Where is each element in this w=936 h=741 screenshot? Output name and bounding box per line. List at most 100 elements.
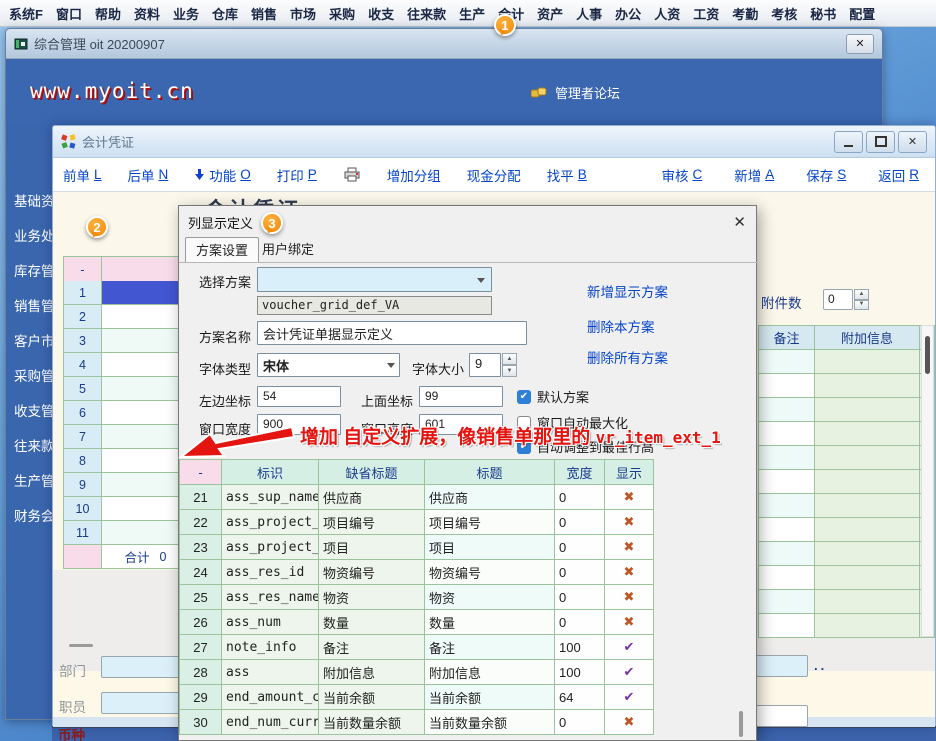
width-cell[interactable]: 0 — [555, 710, 605, 735]
grid-cell[interactable] — [815, 470, 920, 494]
menu-item-13[interactable]: 资产 — [537, 4, 563, 23]
row-number[interactable]: 24 — [180, 560, 222, 585]
width-cell[interactable]: 0 — [555, 510, 605, 535]
menu-item-11[interactable]: 生产 — [459, 4, 485, 23]
title-cell[interactable]: 项目编号 — [425, 510, 555, 535]
toolbar-left-2[interactable]: 功能O — [194, 165, 251, 185]
title-cell[interactable]: 附加信息 — [425, 660, 555, 685]
menu-item-4[interactable]: 业务 — [173, 4, 199, 23]
menu-item-8[interactable]: 采购 — [329, 4, 355, 23]
title-cell[interactable]: 供应商 — [425, 485, 555, 510]
title-cell[interactable]: 备注 — [425, 635, 555, 660]
voucher-line-grid[interactable]: -1234567891011合计0 — [63, 256, 180, 569]
grid-cell[interactable] — [102, 305, 180, 329]
grid-cell[interactable] — [759, 542, 815, 566]
plan-name-field[interactable]: 会计凭证单据显示定义 — [257, 321, 527, 345]
row-number[interactable]: 30 — [180, 710, 222, 735]
sidebar-item-0[interactable]: 基础资 — [6, 184, 58, 219]
grid-cell[interactable] — [102, 497, 180, 521]
visible-cell[interactable]: ✖ — [605, 710, 654, 735]
grid-cell[interactable] — [102, 281, 180, 305]
sidebar-item-1[interactable]: 业务处 — [6, 219, 58, 254]
voucher-titlebar[interactable]: 会计凭证 ✕ — [53, 126, 935, 158]
row-number[interactable]: 26 — [180, 610, 222, 635]
default-plan-checkbox[interactable]: ✔默认方案 — [517, 387, 589, 406]
grid-cell[interactable] — [759, 494, 815, 518]
grid-cell[interactable] — [815, 566, 920, 590]
note-extra-grid[interactable]: 备注附加信息 — [758, 325, 935, 638]
visible-cell[interactable]: ✖ — [605, 485, 654, 510]
attachment-count-stepper[interactable]: ▲▼ — [854, 289, 869, 310]
toolbar-right-2[interactable]: 保存S — [806, 165, 846, 185]
default-title-cell[interactable]: 附加信息 — [319, 660, 425, 685]
default-title-cell[interactable]: 项目 — [319, 535, 425, 560]
menu-item-3[interactable]: 资料 — [134, 4, 160, 23]
grid-cell[interactable] — [759, 470, 815, 494]
menu-item-16[interactable]: 人资 — [654, 4, 680, 23]
visible-cell[interactable]: ✖ — [605, 535, 654, 560]
grid-cell[interactable] — [102, 377, 180, 401]
default-title-cell[interactable]: 当前数量余额 — [319, 710, 425, 735]
table-scrollbar-thumb[interactable] — [739, 711, 743, 737]
plan-select[interactable] — [257, 267, 492, 292]
grid-cell[interactable] — [815, 350, 920, 374]
delete-plan-link[interactable]: 删除本方案 — [587, 316, 655, 336]
title-cell[interactable]: 数量 — [425, 610, 555, 635]
visible-cell[interactable]: ✖ — [605, 610, 654, 635]
grid-cell[interactable] — [815, 614, 920, 638]
default-title-cell[interactable]: 当前余额 — [319, 685, 425, 710]
forum-link[interactable]: 管理者论坛 — [531, 83, 620, 102]
width-cell[interactable]: 0 — [555, 485, 605, 510]
dept-field[interactable] — [101, 656, 181, 678]
width-cell[interactable]: 0 — [555, 560, 605, 585]
default-title-cell[interactable]: 供应商 — [319, 485, 425, 510]
row-number[interactable]: 25 — [180, 585, 222, 610]
tab-user-binding[interactable]: 用户绑定 — [252, 237, 324, 262]
grid-cell[interactable] — [759, 398, 815, 422]
default-title-cell[interactable]: 物资编号 — [319, 560, 425, 585]
right-grid-scrollbar[interactable] — [921, 325, 934, 637]
width-cell[interactable]: 100 — [555, 635, 605, 660]
menu-item-17[interactable]: 工资 — [693, 4, 719, 23]
width-cell[interactable]: 0 — [555, 535, 605, 560]
grid-cell[interactable] — [102, 353, 180, 377]
grid-cell[interactable] — [102, 521, 180, 545]
grid-cell[interactable] — [759, 374, 815, 398]
menu-item-9[interactable]: 收支 — [368, 4, 394, 23]
font-size-field[interactable]: 9 — [469, 353, 501, 377]
menu-item-18[interactable]: 考勤 — [732, 4, 758, 23]
width-cell[interactable]: 0 — [555, 610, 605, 635]
default-title-cell[interactable]: 物资 — [319, 585, 425, 610]
toolbar-right-1[interactable]: 新增A — [734, 165, 774, 185]
sidebar-item-9[interactable]: 财务会 — [6, 499, 58, 534]
field-id-cell[interactable]: ass_num — [222, 610, 319, 635]
menu-item-2[interactable]: 帮助 — [95, 4, 121, 23]
field-id-cell[interactable]: end_amount_curr — [222, 685, 319, 710]
dialog-close-icon[interactable]: ✕ — [733, 213, 746, 231]
close-icon[interactable]: ✕ — [898, 131, 927, 153]
default-title-cell[interactable]: 数量 — [319, 610, 425, 635]
field-id-cell[interactable]: note_info — [222, 635, 319, 660]
visible-cell[interactable]: ✖ — [605, 510, 654, 535]
menu-item-20[interactable]: 秘书 — [810, 4, 836, 23]
field-id-cell[interactable]: ass — [222, 660, 319, 685]
field-id-cell[interactable]: ass_res_id — [222, 560, 319, 585]
title-cell[interactable]: 当前余额 — [425, 685, 555, 710]
menu-item-15[interactable]: 办公 — [615, 4, 641, 23]
title-cell[interactable]: 当前数量余额 — [425, 710, 555, 735]
field-id-cell[interactable]: ass_project_id — [222, 510, 319, 535]
menu-item-21[interactable]: 配置 — [849, 4, 875, 23]
menu-item-5[interactable]: 仓库 — [212, 4, 238, 23]
grid-cell[interactable] — [815, 542, 920, 566]
visible-cell[interactable]: ✖ — [605, 585, 654, 610]
grid-cell[interactable] — [815, 374, 920, 398]
grid-cell[interactable] — [815, 398, 920, 422]
lookup-dots[interactable]: .. — [814, 658, 827, 673]
menu-item-6[interactable]: 销售 — [251, 4, 277, 23]
toolbar-right-3[interactable]: 返回R — [878, 165, 919, 185]
grid-cell[interactable] — [102, 329, 180, 353]
width-cell[interactable]: 64 — [555, 685, 605, 710]
width-cell[interactable]: 0 — [555, 585, 605, 610]
visible-cell[interactable]: ✔ — [605, 685, 654, 710]
sidebar-item-7[interactable]: 往来款 — [6, 429, 58, 464]
